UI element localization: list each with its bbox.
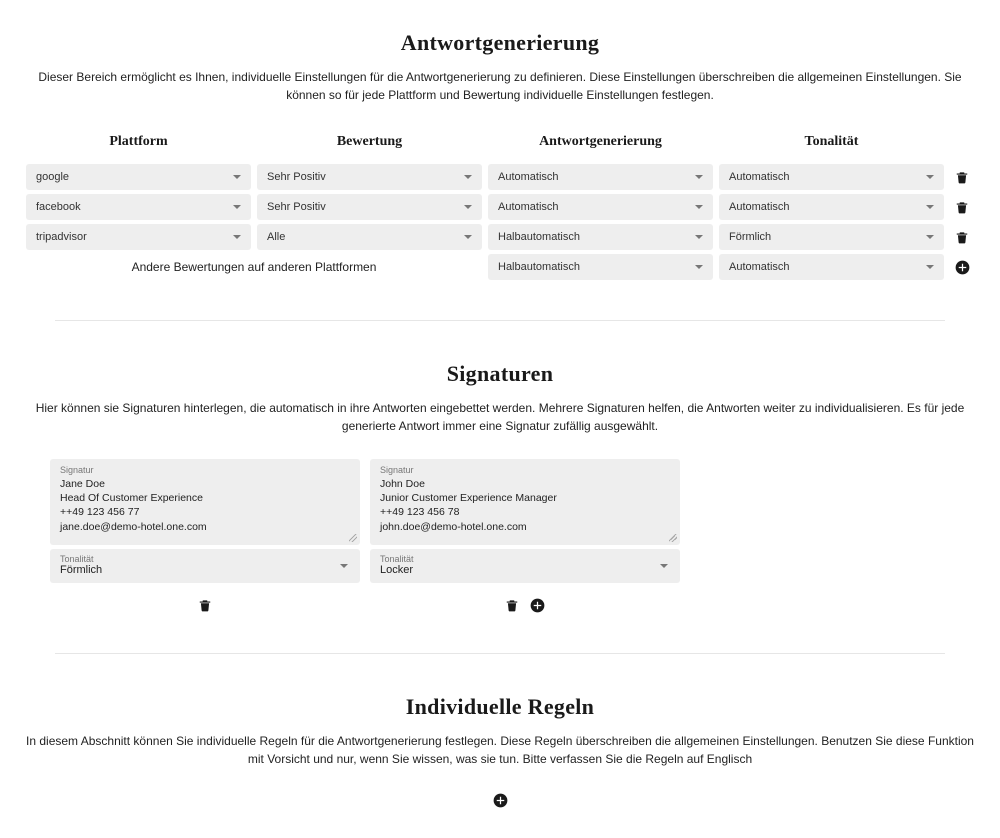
chevron-down-icon bbox=[926, 265, 934, 269]
chevron-down-icon bbox=[340, 564, 348, 568]
chevron-down-icon bbox=[233, 175, 241, 179]
chevron-down-icon bbox=[695, 235, 703, 239]
rating-select[interactable]: Alle bbox=[257, 224, 482, 250]
answer-generation-desc: Dieser Bereich ermöglicht es Ihnen, indi… bbox=[25, 68, 975, 104]
col-head-platform: Plattform bbox=[26, 128, 251, 160]
add-row-button[interactable] bbox=[954, 259, 970, 275]
col-head-tone: Tonalität bbox=[719, 128, 944, 160]
signatures-grid: Signatur Jane Doe Head Of Customer Exper… bbox=[25, 459, 975, 613]
tone-label: Tonalität bbox=[380, 554, 670, 564]
select-value: google bbox=[36, 171, 69, 183]
rules-desc: In diesem Abschnitt können Sie individue… bbox=[25, 732, 975, 768]
add-signature-button[interactable] bbox=[529, 597, 545, 613]
signature-tone-select[interactable]: Tonalität Förmlich bbox=[50, 549, 360, 583]
chevron-down-icon bbox=[695, 175, 703, 179]
chevron-down-icon bbox=[926, 235, 934, 239]
rating-select[interactable]: Sehr Positiv bbox=[257, 194, 482, 220]
chevron-down-icon bbox=[464, 235, 472, 239]
signature-textarea[interactable]: Signatur John Doe Junior Customer Experi… bbox=[370, 459, 680, 545]
col-head-rating: Bewertung bbox=[257, 128, 482, 160]
select-value: Automatisch bbox=[729, 261, 790, 273]
chevron-down-icon bbox=[464, 205, 472, 209]
other-reviews-label: Andere Bewertungen auf anderen Plattform… bbox=[26, 256, 482, 278]
chevron-down-icon bbox=[233, 205, 241, 209]
col-head-generation: Antwortgenerierung bbox=[488, 128, 713, 160]
select-value: Förmlich bbox=[729, 231, 771, 243]
delete-row-button[interactable] bbox=[955, 230, 969, 244]
delete-row-button[interactable] bbox=[955, 170, 969, 184]
chevron-down-icon bbox=[660, 564, 668, 568]
answer-generation-grid: Plattform Bewertung Antwortgenerierung T… bbox=[25, 128, 975, 280]
chevron-down-icon bbox=[695, 265, 703, 269]
signature-text: Jane Doe Head Of Customer Experience ++4… bbox=[60, 477, 350, 534]
select-value: Automatisch bbox=[498, 201, 559, 213]
chevron-down-icon bbox=[926, 205, 934, 209]
select-value: Automatisch bbox=[729, 171, 790, 183]
answer-generation-title: Antwortgenerierung bbox=[25, 30, 975, 56]
select-value: tripadvisor bbox=[36, 231, 87, 243]
section-divider bbox=[55, 653, 945, 654]
delete-signature-button[interactable] bbox=[505, 598, 519, 612]
tone-select[interactable]: Automatisch bbox=[719, 254, 944, 280]
delete-signature-button[interactable] bbox=[198, 598, 212, 612]
signatures-title: Signaturen bbox=[25, 361, 975, 387]
select-value: Förmlich bbox=[60, 564, 350, 576]
generation-select[interactable]: Halbautomatisch bbox=[488, 254, 713, 280]
select-value: Halbautomatisch bbox=[498, 231, 580, 243]
generation-select[interactable]: Halbautomatisch bbox=[488, 224, 713, 250]
signature-label: Signatur bbox=[380, 465, 670, 475]
add-rule-button[interactable] bbox=[492, 792, 508, 808]
generation-select[interactable]: Automatisch bbox=[488, 194, 713, 220]
rules-title: Individuelle Regeln bbox=[25, 694, 975, 720]
signature-tone-select[interactable]: Tonalität Locker bbox=[370, 549, 680, 583]
signatures-desc: Hier können sie Signaturen hinterlegen, … bbox=[25, 399, 975, 435]
signature-label: Signatur bbox=[60, 465, 350, 475]
platform-select[interactable]: tripadvisor bbox=[26, 224, 251, 250]
select-value: Sehr Positiv bbox=[267, 171, 326, 183]
section-divider bbox=[55, 320, 945, 321]
chevron-down-icon bbox=[464, 175, 472, 179]
select-value: Alle bbox=[267, 231, 285, 243]
select-value: Halbautomatisch bbox=[498, 261, 580, 273]
select-value: Automatisch bbox=[729, 201, 790, 213]
tone-select[interactable]: Automatisch bbox=[719, 164, 944, 190]
tone-select[interactable]: Automatisch bbox=[719, 194, 944, 220]
tone-label: Tonalität bbox=[60, 554, 350, 564]
chevron-down-icon bbox=[926, 175, 934, 179]
platform-select[interactable]: facebook bbox=[26, 194, 251, 220]
chevron-down-icon bbox=[695, 205, 703, 209]
tone-select[interactable]: Förmlich bbox=[719, 224, 944, 250]
select-value: Automatisch bbox=[498, 171, 559, 183]
signature-text: John Doe Junior Customer Experience Mana… bbox=[380, 477, 670, 534]
rating-select[interactable]: Sehr Positiv bbox=[257, 164, 482, 190]
delete-row-button[interactable] bbox=[955, 200, 969, 214]
chevron-down-icon bbox=[233, 235, 241, 239]
platform-select[interactable]: google bbox=[26, 164, 251, 190]
select-value: Locker bbox=[380, 564, 670, 576]
select-value: facebook bbox=[36, 201, 81, 213]
select-value: Sehr Positiv bbox=[267, 201, 326, 213]
signature-textarea[interactable]: Signatur Jane Doe Head Of Customer Exper… bbox=[50, 459, 360, 545]
generation-select[interactable]: Automatisch bbox=[488, 164, 713, 190]
